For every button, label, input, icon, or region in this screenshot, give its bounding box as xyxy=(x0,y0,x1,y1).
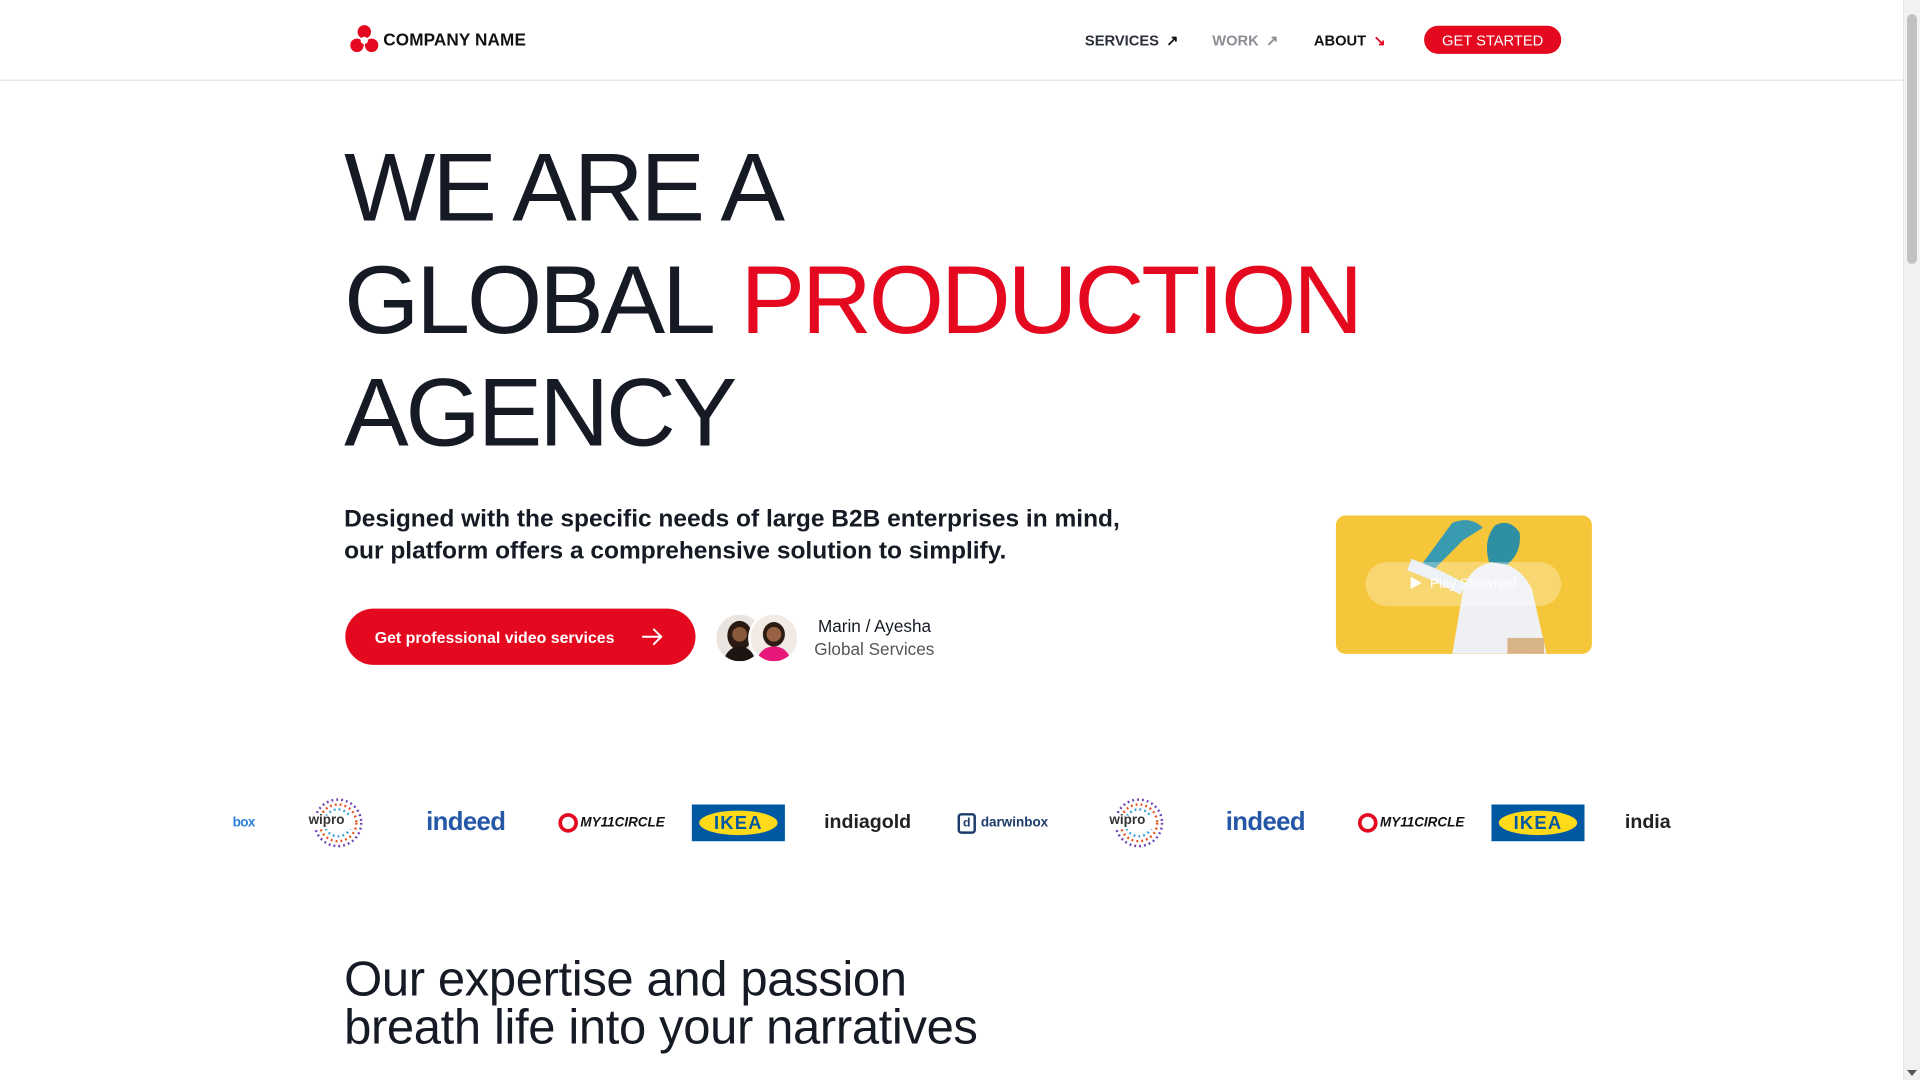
logo-wipro: wipro xyxy=(306,793,370,852)
cta-label: Get professional video services xyxy=(374,627,615,646)
logo-indiagold: indiagold xyxy=(824,811,912,833)
hero-headline-production: PRODUCTION xyxy=(740,244,1363,354)
nav-about-label: ABOUT xyxy=(1313,31,1367,49)
professional-video-services-button[interactable]: Get professional video services xyxy=(345,608,696,665)
company-name: COMPANY NAME xyxy=(383,29,527,49)
play-icon xyxy=(1410,576,1422,592)
contact-name: Marin / Ayesha xyxy=(817,615,932,636)
arrow-right-icon xyxy=(641,626,664,652)
arrow-down-right-icon: ↘ xyxy=(1373,31,1386,49)
avatar xyxy=(748,612,800,664)
expertise-heading: Our expertise and passion breath life in… xyxy=(344,952,978,1055)
contact-role: Global Services xyxy=(814,639,935,659)
logo-darwinbox: d darwinbox xyxy=(957,793,1048,852)
nav-work[interactable]: WORK ↗ xyxy=(1212,32,1278,49)
company-logo-icon xyxy=(350,24,379,53)
hero-headline-line-3: AGENCY xyxy=(344,357,737,467)
logo-darwinbox-partial: box xyxy=(232,815,256,831)
nav-services-label: SERVICES xyxy=(1084,31,1159,49)
page-scrollbar[interactable] xyxy=(1903,0,1920,1080)
logo-wipro: wipro xyxy=(1107,793,1171,852)
scroll-down-icon[interactable] xyxy=(1907,1070,1917,1076)
hero-subtitle: Designed with the specific needs of larg… xyxy=(344,505,1120,565)
nav-services[interactable]: SERVICES ↗ xyxy=(1085,32,1179,49)
play-showreel-button[interactable]: Play Showreel xyxy=(1365,562,1562,607)
arrow-up-right-icon: ↗ xyxy=(1266,31,1279,49)
logo-indeed: indeed xyxy=(426,808,506,837)
nav-about[interactable]: ABOUT ↘ xyxy=(1314,32,1386,49)
showreel-video[interactable]: Play Showreel xyxy=(1335,515,1592,654)
logo-my11circle: MY11CIRCLE xyxy=(558,793,665,852)
hero-headline-global: GLOBAL xyxy=(344,244,712,354)
logo-ikea: IKEA xyxy=(691,793,785,852)
page: COMPANY NAME SERVICES ↗ WORK ↗ ABOUT ↘ G… xyxy=(0,0,1904,1080)
company-logo[interactable]: COMPANY NAME xyxy=(350,24,526,53)
scrollbar-thumb[interactable] xyxy=(1907,14,1917,264)
hero-headline-line-1: WE ARE A xyxy=(344,132,785,242)
site-header: COMPANY NAME SERVICES ↗ WORK ↗ ABOUT ↘ G… xyxy=(0,0,1904,81)
client-logos-strip: box wipro indeed MY11CIRCLE IKEA indiago… xyxy=(233,793,1673,852)
logo-indiagold-partial: india xyxy=(1624,811,1671,833)
play-showreel-label: Play Showreel xyxy=(1430,576,1517,592)
team-avatars xyxy=(713,612,800,664)
arrow-up-right-icon: ↗ xyxy=(1166,31,1179,49)
logo-my11circle: MY11CIRCLE xyxy=(1357,793,1464,852)
logo-ikea: IKEA xyxy=(1491,793,1585,852)
get-started-button[interactable]: GET STARTED xyxy=(1424,25,1562,54)
nav-work-label: WORK xyxy=(1212,31,1259,49)
logo-indeed: indeed xyxy=(1225,808,1306,837)
hero-headline-line-2: GLOBAL PRODUCTION xyxy=(344,251,1363,348)
